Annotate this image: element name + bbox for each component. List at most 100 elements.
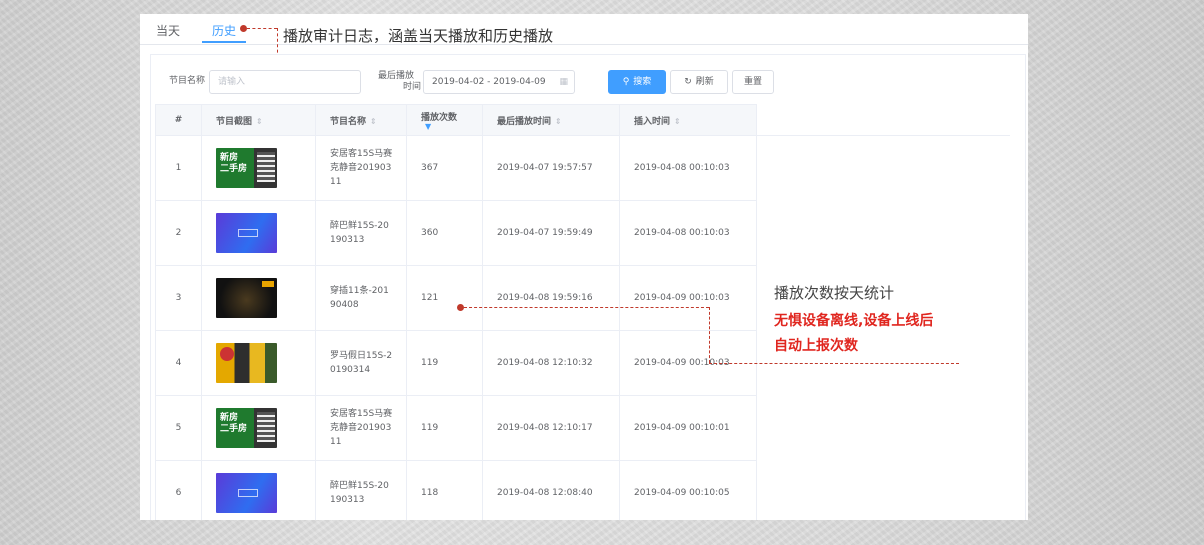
app-panel: 当天 历史 播放审计日志，涵盖当天播放和历史播放 节目名称 最后播放 时间 20… — [140, 14, 1028, 520]
sort-icon[interactable]: ⇕ — [256, 117, 263, 126]
col-name-label: 节目名称 — [330, 116, 367, 127]
row-name-cell: 醉巴鲜15S-20190313 — [315, 200, 407, 266]
program-thumbnail[interactable] — [216, 213, 277, 253]
program-name: 醉巴鲜15S-20190313 — [330, 221, 389, 245]
last-play-label-line1: 最后播放 — [377, 71, 414, 81]
program-name: 罗马假日15S-20190314 — [330, 351, 393, 375]
reset-button[interactable]: 重置 — [732, 70, 774, 94]
sort-icon[interactable]: ⇕ — [370, 117, 377, 126]
program-name: 穿插11条-20190408 — [330, 286, 389, 310]
sort-icon[interactable]: ⇕ — [674, 117, 681, 126]
row-last-play: 2019-04-08 19:59:16 — [482, 265, 620, 331]
row-empty — [757, 201, 1010, 266]
callout-line — [247, 28, 277, 29]
side-note-title: 播放次数按天统计 — [774, 284, 895, 302]
date-range-picker[interactable]: 2019-04-02 - 2019-04-09 ▦ — [423, 70, 575, 94]
program-thumbnail[interactable] — [216, 278, 277, 318]
col-empty-header — [756, 104, 1010, 136]
row-play-count: 119 — [406, 395, 483, 461]
search-button[interactable]: ⚲ 搜索 — [608, 70, 666, 94]
row-last-play: 2019-04-08 12:10:32 — [482, 330, 620, 396]
row-name-cell: 安居客15S马赛克静音20190311 — [315, 395, 407, 461]
col-thumbnail-header[interactable]: 节目截图 ⇕ — [201, 104, 316, 136]
col-play-count-header[interactable]: 播放次数 ▼ — [406, 104, 483, 136]
callout-dot — [240, 25, 247, 32]
side-note-line1: 无惧设备离线,设备上线后 — [774, 313, 934, 329]
table-row[interactable]: 6 醉巴鲜15S-20190313 118 2019-04-08 12:08:40 20… — [155, 460, 1010, 521]
row-thumbnail-cell — [201, 330, 316, 396]
last-play-label-line2: 时间 — [402, 82, 421, 92]
row-thumbnail-cell: 新房 二手房 — [201, 135, 316, 201]
sort-icon[interactable]: ⇕ — [555, 117, 562, 126]
col-last-play-label: 最后播放时间 — [497, 116, 552, 127]
program-thumbnail[interactable]: 新房 二手房 — [216, 148, 277, 188]
row-index: 6 — [155, 460, 202, 520]
calendar-icon: ▦ — [559, 77, 568, 87]
table-row[interactable]: 1 新房 二手房 安居客15S马赛克静音20190311 367 2019-04-07 1… — [155, 135, 1010, 201]
row-thumbnail-cell — [201, 265, 316, 331]
row-empty — [757, 136, 1010, 201]
thumb-text-line2: 二手房 — [220, 424, 248, 434]
refresh-button[interactable]: ↻ 刷新 — [670, 70, 728, 94]
row-index: 2 — [155, 200, 202, 266]
note-dot — [457, 304, 464, 311]
program-thumbnail[interactable]: 新房 二手房 — [216, 408, 277, 448]
program-name: 安居客15S马赛克静音20190311 — [330, 149, 393, 187]
thumb-detail — [262, 281, 274, 287]
note-line — [709, 307, 710, 363]
thumb-text-line1: 新房 — [220, 413, 239, 423]
tab-bar: 当天 历史 — [140, 14, 1028, 45]
thumb-text: 新房 二手房 — [220, 413, 247, 435]
thumb-detail — [257, 152, 275, 182]
row-index: 4 — [155, 330, 202, 396]
table-header-row: # 节目截图 ⇕ 节目名称 ⇕ 播放次数 ▼ 最后播放时间 ⇕ 插入时间 ⇕ — [155, 104, 1010, 136]
row-thumbnail-cell — [201, 460, 316, 520]
tab-history[interactable]: 历史 — [212, 22, 236, 39]
row-last-play: 2019-04-07 19:57:57 — [482, 135, 620, 201]
row-empty — [757, 461, 1010, 521]
date-range-value: 2019-04-02 - 2019-04-09 — [432, 77, 546, 87]
reset-button-label: 重置 — [743, 77, 762, 87]
col-thumbnail-label: 节目截图 — [216, 116, 253, 127]
sort-desc-icon[interactable]: ▼ — [425, 122, 482, 131]
row-play-count: 118 — [406, 460, 483, 520]
note-line — [464, 307, 709, 308]
col-name-header[interactable]: 节目名称 ⇕ — [315, 104, 407, 136]
col-index-header: # — [155, 104, 202, 136]
program-thumbnail[interactable] — [216, 343, 277, 383]
program-name: 醉巴鲜15S-20190313 — [330, 481, 389, 505]
program-name-label: 节目名称 — [168, 76, 205, 86]
row-name-cell: 安居客15S马赛克静音20190311 — [315, 135, 407, 201]
thumb-detail — [220, 347, 234, 361]
row-name-cell: 罗马假日15S-20190314 — [315, 330, 407, 396]
col-last-play-header[interactable]: 最后播放时间 ⇕ — [482, 104, 620, 136]
row-inserted: 2019-04-08 00:10:03 — [619, 200, 757, 266]
table-row[interactable]: 2 醉巴鲜15S-20190313 360 2019-04-07 19:59:49 20… — [155, 200, 1010, 266]
row-last-play: 2019-04-08 12:08:40 — [482, 460, 620, 520]
last-play-label: 最后播放 时间 — [371, 71, 421, 93]
row-last-play: 2019-04-08 12:10:17 — [482, 395, 620, 461]
program-thumbnail[interactable] — [216, 473, 277, 513]
row-empty — [757, 396, 1010, 461]
col-inserted-header[interactable]: 插入时间 ⇕ — [619, 104, 757, 136]
row-inserted: 2019-04-09 00:10:01 — [619, 395, 757, 461]
search-icon: ⚲ — [622, 77, 630, 87]
tab-callout-text: 播放审计日志，涵盖当天播放和历史播放 — [283, 27, 554, 45]
tab-today[interactable]: 当天 — [156, 22, 180, 39]
refresh-icon: ↻ — [684, 77, 692, 87]
thumb-detail — [257, 412, 275, 442]
row-index: 3 — [155, 265, 202, 331]
program-name: 安居客15S马赛克静音20190311 — [330, 409, 393, 447]
search-button-label: 搜索 — [633, 77, 652, 87]
table-row[interactable]: 5 新房 二手房 安居客15S马赛克静音20190311 119 2019-04-08 1… — [155, 395, 1010, 461]
thumb-text: 新房 二手房 — [220, 153, 247, 175]
row-play-count: 360 — [406, 200, 483, 266]
program-name-input[interactable] — [209, 70, 361, 94]
row-inserted: 2019-04-09 00:10:03 — [619, 265, 757, 331]
note-line — [709, 363, 959, 364]
row-inserted: 2019-04-09 00:10:05 — [619, 460, 757, 520]
thumb-text-line1: 新房 — [220, 153, 239, 163]
row-name-cell: 醉巴鲜15S-20190313 — [315, 460, 407, 520]
row-thumbnail-cell — [201, 200, 316, 266]
col-inserted-label: 插入时间 — [634, 116, 671, 127]
